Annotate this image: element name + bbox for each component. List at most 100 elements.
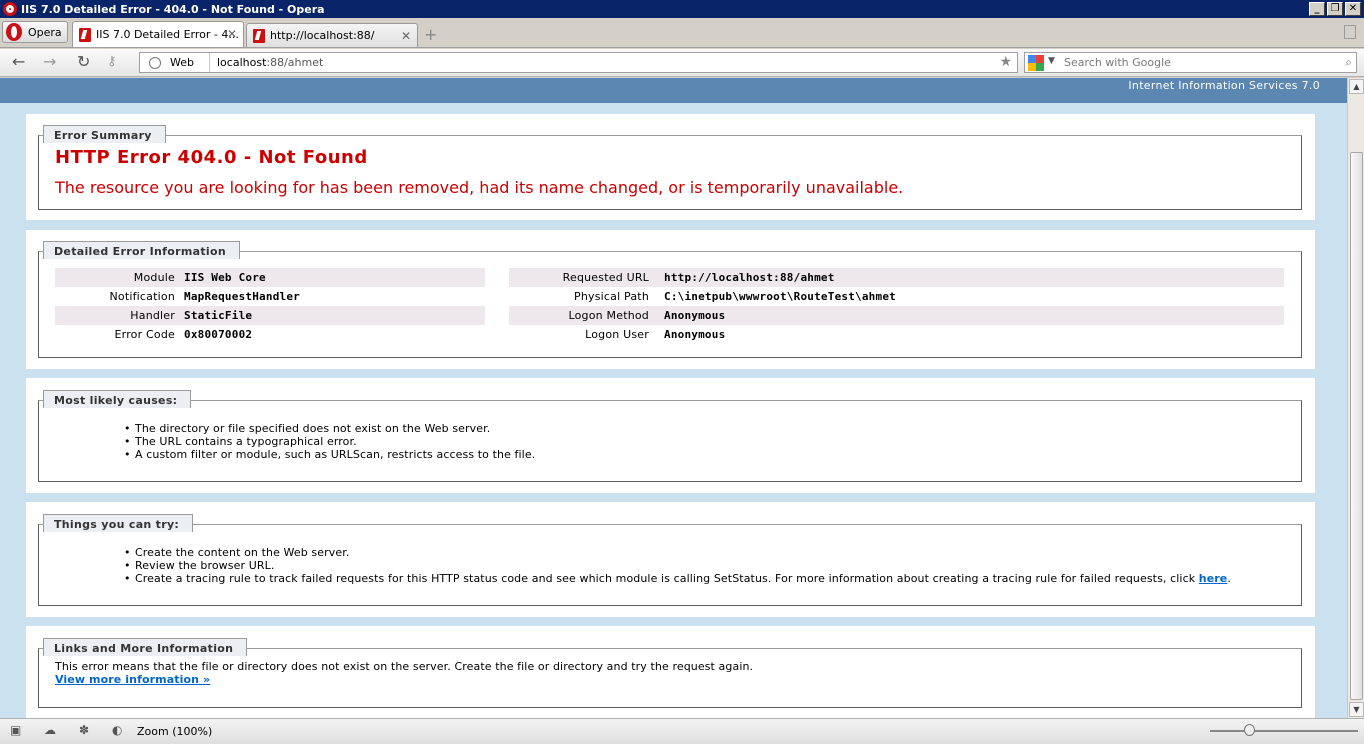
- search-mode-selector[interactable]: Web: [140, 53, 210, 72]
- window-title: IIS 7.0 Detailed Error - 404.0 - Not Fou…: [21, 2, 325, 16]
- things-to-try-list: Create the content on the Web server. Re…: [124, 546, 1231, 585]
- detail-label: Error Code: [114, 328, 175, 341]
- list-item: The URL contains a typographical error.: [124, 435, 535, 448]
- zoom-slider-knob[interactable]: [1244, 724, 1255, 736]
- scroll-down-arrow-icon[interactable]: ▼: [1349, 702, 1364, 717]
- reload-icon[interactable]: ↻: [77, 54, 90, 70]
- detail-value: MapRequestHandler: [184, 290, 300, 303]
- address-bar[interactable]: Web localhost:88/ahmet ★: [139, 52, 1018, 73]
- tab-bar: Opera IIS 7.0 Detailed Error - 4... ✕ ht…: [0, 18, 1364, 48]
- page-viewport: Internet Information Services 7.0 Error …: [0, 78, 1347, 718]
- close-window-button[interactable]: ✕: [1345, 2, 1361, 16]
- detail-label: Notification: [109, 290, 175, 303]
- list-item: Review the browser URL.: [124, 559, 1231, 572]
- zoom-label[interactable]: Zoom (100%): [137, 725, 212, 738]
- globe-icon: [149, 56, 161, 69]
- detail-row-module: Module IIS Web Core: [55, 268, 485, 287]
- panel-toggle-icon[interactable]: ▣: [10, 724, 24, 737]
- search-mode-label: Web: [170, 56, 194, 69]
- list-item-period: .: [1227, 572, 1231, 585]
- things-to-try-panel: Things you can try: Create the content o…: [26, 502, 1315, 617]
- detail-value: Anonymous: [664, 309, 726, 322]
- scroll-up-arrow-icon[interactable]: ▲: [1349, 79, 1364, 94]
- error-heading: HTTP Error 404.0 - Not Found: [55, 147, 368, 168]
- opera-favicon-icon: [253, 28, 265, 43]
- zoom-icon[interactable]: ◐: [112, 724, 126, 737]
- list-item-tracing: Create a tracing rule to track failed re…: [124, 572, 1231, 585]
- detail-row-logon-method: Logon Method Anonymous: [509, 306, 1284, 325]
- close-tab-icon[interactable]: ✕: [227, 27, 237, 41]
- list-item-text: Create a tracing rule to track failed re…: [135, 572, 1199, 585]
- opera-menu-label: Opera: [28, 25, 62, 39]
- detail-value: IIS Web Core: [184, 271, 266, 284]
- tab-iis-error[interactable]: IIS 7.0 Detailed Error - 4... ✕: [72, 21, 244, 47]
- causes-fieldset: Most likely causes: The directory or fil…: [38, 390, 1302, 482]
- list-item: A custom filter or module, such as URLSc…: [124, 448, 535, 461]
- key-icon[interactable]: ⚷: [107, 54, 117, 70]
- close-tab-icon[interactable]: ✕: [401, 29, 411, 43]
- opera-menu-button[interactable]: Opera: [2, 21, 68, 43]
- section-legend: Most likely causes:: [43, 390, 192, 408]
- error-message: The resource you are looking for has bee…: [55, 178, 904, 197]
- opera-favicon-icon: [79, 27, 91, 42]
- causes-list: The directory or file specified does not…: [124, 422, 535, 461]
- section-legend: Links and More Information: [43, 638, 248, 656]
- detail-value: Anonymous: [664, 328, 726, 341]
- detail-row-physical-path: Physical Path C:\inetpub\wwwroot\RouteTe…: [509, 287, 1284, 306]
- list-item: The directory or file specified does not…: [124, 422, 535, 435]
- detail-label: Handler: [130, 309, 175, 322]
- iis-header: Internet Information Services 7.0: [0, 78, 1347, 103]
- address-input[interactable]: localhost:88/ahmet: [217, 56, 323, 69]
- detail-value: C:\inetpub\wwwroot\RouteTest\ahmet: [664, 290, 896, 303]
- detail-value: StaticFile: [184, 309, 253, 322]
- opera-unite-cloud-icon[interactable]: ☁: [44, 724, 58, 737]
- search-input[interactable]: Search with Google: [1064, 56, 1171, 69]
- detail-label: Logon Method: [568, 309, 649, 322]
- detail-value: http://localhost:88/ahmet: [664, 271, 835, 284]
- tab-label: http://localhost:88/: [270, 29, 375, 42]
- google-icon: [1028, 55, 1044, 71]
- trash-icon[interactable]: [1344, 25, 1356, 39]
- zoom-slider[interactable]: [1210, 724, 1358, 736]
- vertical-scrollbar[interactable]: ▲ ▼: [1347, 78, 1364, 718]
- detail-row-requested-url: Requested URL http://localhost:88/ahmet: [509, 268, 1284, 287]
- opera-logo-icon: [3, 2, 17, 16]
- links-description: This error means that the file or direct…: [55, 660, 754, 673]
- view-more-information-link[interactable]: View more information »: [55, 673, 210, 686]
- causes-panel: Most likely causes: The directory or fil…: [26, 378, 1315, 493]
- detail-row-logon-user: Logon User Anonymous: [509, 325, 1284, 344]
- back-arrow-icon[interactable]: ←: [12, 54, 25, 70]
- tab-localhost[interactable]: http://localhost:88/ ✕: [246, 23, 418, 47]
- list-item: Create the content on the Web server.: [124, 546, 1231, 559]
- window-title-bar: IIS 7.0 Detailed Error - 404.0 - Not Fou…: [0, 0, 1364, 18]
- section-legend: Things you can try:: [43, 514, 194, 532]
- here-link[interactable]: here: [1199, 572, 1228, 585]
- section-legend: Detailed Error Information: [43, 241, 240, 259]
- search-engine-dropdown-icon[interactable]: ▼: [1048, 56, 1055, 66]
- restore-button[interactable]: ❐: [1327, 2, 1343, 16]
- things-to-try-fieldset: Things you can try: Create the content o…: [38, 514, 1302, 606]
- url-path: :88/ahmet: [266, 56, 324, 69]
- tab-label: IIS 7.0 Detailed Error - 4...: [96, 28, 239, 41]
- opera-o-icon: [6, 23, 22, 41]
- section-legend: Error Summary: [43, 125, 166, 143]
- detail-label: Logon User: [585, 328, 649, 341]
- detail-row-handler: Handler StaticFile: [55, 306, 485, 325]
- scrollbar-thumb[interactable]: [1350, 152, 1363, 700]
- detail-value: 0x80070002: [184, 328, 253, 341]
- search-box[interactable]: ▼ Search with Google ⌕: [1024, 52, 1357, 73]
- forward-arrow-icon[interactable]: →: [43, 54, 56, 70]
- detail-label: Physical Path: [573, 290, 649, 303]
- detail-row-error-code: Error Code 0x80070002: [55, 325, 485, 344]
- minimize-button[interactable]: _: [1309, 2, 1325, 16]
- detailed-error-fieldset: Detailed Error Information Module IIS We…: [38, 241, 1302, 358]
- new-tab-button[interactable]: +: [424, 25, 437, 44]
- search-icon[interactable]: ⌕: [1345, 55, 1352, 70]
- error-summary-panel: Error Summary HTTP Error 404.0 - Not Fou…: [26, 114, 1315, 220]
- opera-turbo-icon[interactable]: ✽: [79, 724, 93, 737]
- bookmark-star-icon[interactable]: ★: [999, 54, 1012, 70]
- url-host: localhost: [217, 56, 267, 69]
- server-label: Internet Information Services 7.0: [1128, 79, 1320, 92]
- links-panel: Links and More Information This error me…: [26, 626, 1315, 718]
- status-bar: ▣ ☁ ✽ ◐ Zoom (100%): [0, 718, 1364, 744]
